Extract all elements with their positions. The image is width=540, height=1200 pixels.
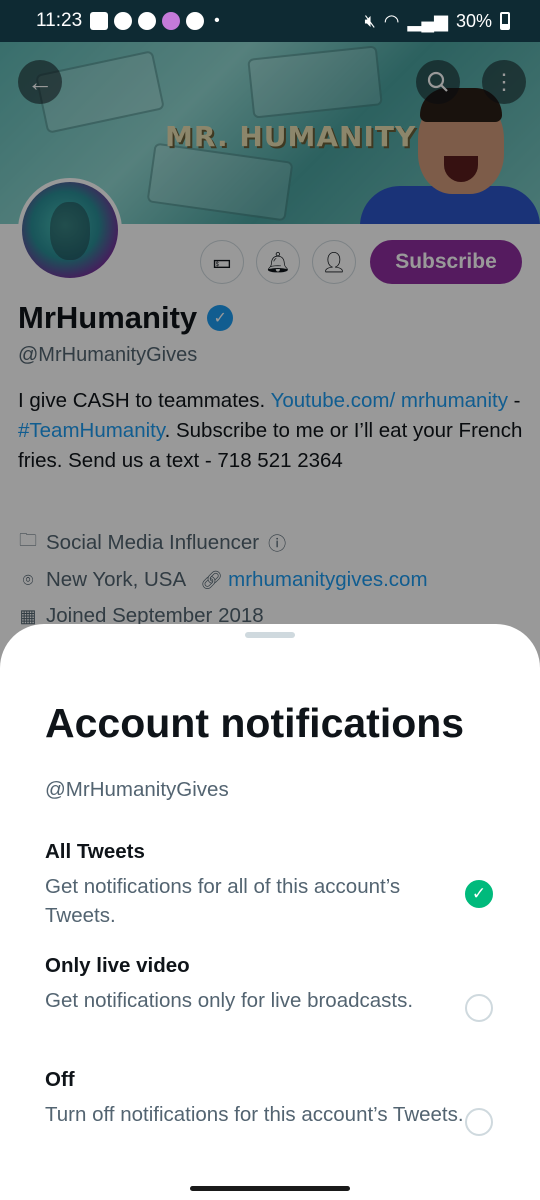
option-description: Get notifications only for live broadcas… [45,989,414,1012]
option-description: Turn off notifications for this account’… [45,1103,464,1126]
navigation-bar [0,1172,540,1200]
radio-only-live-video[interactable] [465,994,493,1022]
system-icons: 🔇︎ ◠ ▂▄▆ 30% [364,11,510,32]
radio-all-tweets[interactable]: ✓ [465,880,493,908]
gift-icon [162,12,181,30]
mute-icon: 🔇︎ [364,10,376,31]
option-off[interactable]: Off Turn off notifications for this acco… [45,1068,515,1136]
option-all-tweets[interactable]: All Tweets Get notifications for all of … [45,840,515,930]
sheet-title: Account notifications [45,700,465,746]
status-time: 11:23 [36,10,83,31]
radio-off[interactable] [465,1108,493,1136]
option-title: Off [45,1068,75,1091]
sheet-handle: @MrHumanityGives [45,778,229,801]
option-description: Get notifications for all of this accoun… [45,875,401,927]
sheet-drag-handle[interactable] [245,632,295,638]
more-notifications-dot-icon: • [214,12,220,29]
option-only-live-video[interactable]: Only live video Get notifications only f… [45,954,515,1022]
status-bar: 11:23 • 🔇︎ ◠ ▂▄▆ 30% [0,0,540,42]
option-title: Only live video [45,954,190,977]
home-gesture-pill[interactable] [190,1186,350,1191]
news-icon [90,12,109,30]
battery-percent: 30% [455,10,492,31]
check-icon: ✓ [471,884,487,903]
notification-icons: • [90,12,220,30]
check-app-icon [186,12,205,30]
option-title: All Tweets [45,840,145,863]
wifi-icon: ◠ [383,10,400,31]
chrome-icon-2 [138,12,157,30]
signal-icon: ▂▄▆ [407,10,448,31]
battery-icon [500,12,510,30]
chrome-icon [114,12,133,30]
account-notifications-sheet: Account notifications @MrHumanityGives A… [0,624,540,1200]
